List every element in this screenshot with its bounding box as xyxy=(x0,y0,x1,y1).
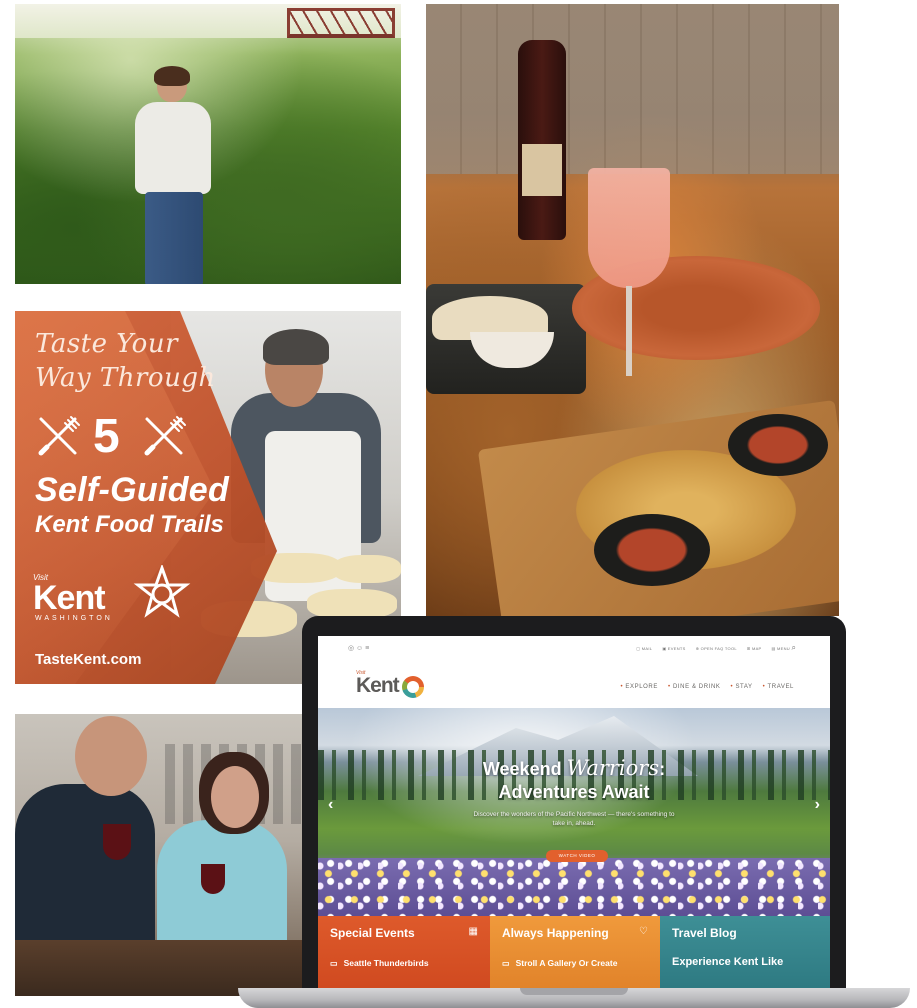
wine-glass xyxy=(201,864,225,894)
utility-link[interactable]: ⊞ MAP xyxy=(747,646,762,651)
website-screen: ◎ ☺ ≡ ▢ MAIL ▣ EVENTS ⊕ OPEN FAQ TOOL ⊞ … xyxy=(318,636,830,988)
hair xyxy=(154,66,190,86)
site-logo-kent: Kent xyxy=(356,674,400,697)
logo-kent-text: Kent xyxy=(33,579,106,617)
nav-stay[interactable]: STAY xyxy=(730,684,752,690)
ad-subline: Kent Food Trails xyxy=(35,511,224,538)
tile-link-label: Seattle Thunderbirds xyxy=(343,958,429,968)
laptop: ◎ ☺ ≡ ▢ MAIL ▣ EVENTS ⊕ OPEN FAQ TOOL ⊞ … xyxy=(238,616,910,1008)
shirt xyxy=(135,102,211,194)
watch-video-button[interactable]: WATCH VIDEO xyxy=(546,850,608,862)
ticket-icon: ▭ xyxy=(502,959,510,968)
utility-icons[interactable]: ◎ ☺ ≡ xyxy=(348,644,369,652)
wood-wall xyxy=(426,4,839,174)
ad-url: TasteKent.com xyxy=(35,651,142,668)
tile-link[interactable]: Experience Kent Like xyxy=(672,956,783,968)
utility-link[interactable]: ▤ MENU xyxy=(772,646,790,651)
man-head xyxy=(75,716,147,796)
tile-link-label: Experience Kent Like xyxy=(672,956,784,968)
trail-count: 5 xyxy=(93,410,120,463)
salsa-bowl xyxy=(594,514,710,586)
fork-knife-icon xyxy=(38,416,80,456)
hero-title: Weekend Warriors: xyxy=(318,756,830,780)
utility-link[interactable]: ⊕ OPEN FAQ TOOL xyxy=(696,646,737,651)
wine-glass xyxy=(103,824,131,860)
tile-title: Always Happening xyxy=(502,926,609,940)
tile-always-happening[interactable]: Always Happening ♡ ▭ Stroll A Gallery Or … xyxy=(490,916,660,988)
main-nav: Visit Kent EXPLORE DINE & DRINK STAY TRA… xyxy=(318,664,830,708)
ticket-icon: ▭ xyxy=(330,959,338,968)
tile-link-label: Stroll A Gallery Or Create xyxy=(515,958,618,968)
salsa-bowl xyxy=(728,414,828,476)
bridge xyxy=(287,8,395,38)
cocktail-glass xyxy=(588,168,670,288)
kent-ring-icon xyxy=(402,676,424,698)
nav-dine-drink[interactable]: DINE & DRINK xyxy=(668,684,721,690)
laptop-notch xyxy=(520,988,628,995)
bottle-label xyxy=(522,144,562,196)
jeans xyxy=(145,192,203,284)
visit-kent-logo: Visit Kent WASHINGTON xyxy=(33,565,193,623)
nav-links: EXPLORE DINE & DRINK STAY TRAVEL xyxy=(620,684,794,690)
fork-knife-icon xyxy=(144,416,186,456)
tile-travel-blog[interactable]: Travel Blog Experience Kent Like xyxy=(660,916,830,988)
hero-banner: Weekend Warriors: Adventures Await Disco… xyxy=(318,708,830,916)
ad-script-line2: Way Through xyxy=(35,363,216,393)
hero-subtitle: Adventures Await xyxy=(498,782,650,802)
glass-stem xyxy=(626,286,632,376)
hero-title-b: : xyxy=(659,759,666,779)
photo-berry-field xyxy=(15,4,401,284)
search-icon[interactable]: ⌕ xyxy=(792,643,796,653)
utility-link[interactable]: ▣ EVENTS xyxy=(662,646,685,651)
tile-title: Special Events xyxy=(330,926,415,940)
heart-icon: ♡ xyxy=(639,926,648,937)
feature-tiles: Special Events ▦ ▭ Seattle Thunderbirds A… xyxy=(318,916,830,988)
kent-star-icon xyxy=(133,565,191,618)
chef-hair xyxy=(263,329,329,365)
photo-food-table xyxy=(426,4,839,616)
utility-bar: ◎ ☺ ≡ ▢ MAIL ▣ EVENTS ⊕ OPEN FAQ TOOL ⊞ … xyxy=(318,636,830,664)
utility-link[interactable]: ▢ MAIL xyxy=(636,646,652,651)
tile-link[interactable]: ▭ Stroll A Gallery Or Create xyxy=(502,958,617,968)
tile-link[interactable]: ▭ Seattle Thunderbirds xyxy=(330,958,429,968)
utility-links: ▢ MAIL ▣ EVENTS ⊕ OPEN FAQ TOOL ⊞ MAP ▤ … xyxy=(636,646,790,651)
woman-figure xyxy=(127,66,217,284)
hero-title-script: Warriors xyxy=(566,756,660,780)
chevron-right-icon[interactable]: › xyxy=(815,796,820,814)
calendar-icon: ▦ xyxy=(468,926,478,937)
wine-bottle xyxy=(518,40,566,240)
chevron-left-icon[interactable]: ‹ xyxy=(328,796,333,814)
tile-title: Travel Blog xyxy=(672,926,737,940)
dough xyxy=(333,555,401,583)
hero-title-a: Weekend xyxy=(482,759,567,779)
dough xyxy=(307,589,397,619)
ad-headline: Self-Guided xyxy=(35,471,230,509)
nav-travel[interactable]: TRAVEL xyxy=(763,684,794,690)
tile-special-events[interactable]: Special Events ▦ ▭ Seattle Thunderbirds xyxy=(318,916,490,988)
ad-script-line1: Taste Your xyxy=(35,329,178,359)
wildflowers xyxy=(318,858,830,916)
logo-state-text: WASHINGTON xyxy=(35,615,113,622)
nav-explore[interactable]: EXPLORE xyxy=(620,684,658,690)
hero-description: Discover the wonders of the Pacific Nort… xyxy=(473,811,675,827)
